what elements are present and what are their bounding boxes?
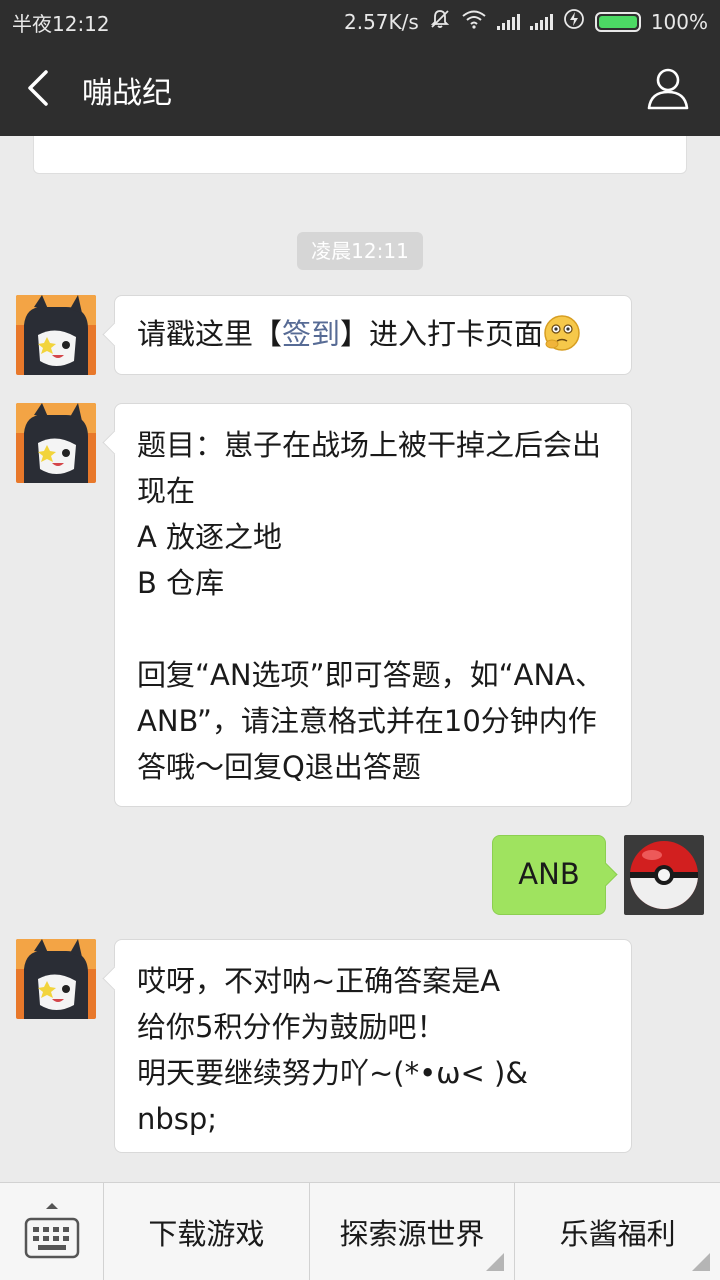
- menu-explore-world[interactable]: 探索源世界: [310, 1183, 516, 1280]
- menu-download-game[interactable]: 下载游戏: [104, 1183, 310, 1280]
- message-text: 请戳这里【: [137, 317, 283, 351]
- profile-button[interactable]: [646, 66, 690, 110]
- menu-label: 探索源世界: [339, 1217, 485, 1251]
- message-text: ANB: [518, 857, 580, 891]
- status-time: 半夜12:12: [12, 12, 110, 36]
- charging-icon: [563, 8, 585, 35]
- submenu-indicator-icon: [486, 1253, 505, 1271]
- signal-icon: [496, 13, 520, 30]
- menu-label: 下载游戏: [148, 1217, 265, 1251]
- mute-bell-icon: [429, 8, 451, 35]
- battery-icon: [594, 11, 641, 32]
- message-timestamp: 凌晨12:11: [297, 232, 423, 270]
- chat-title: 嘣战纪: [82, 76, 172, 111]
- status-bar: 半夜12:12 2.57K/s 100%: [0, 0, 720, 40]
- menu-label: 乐酱福利: [559, 1217, 676, 1251]
- message-text: 哎呀，不对呐~正确答案是A 给你5积分作为鼓励吧！ 明天要继续努力吖~(*•ω<…: [137, 964, 528, 1136]
- chevron-left-icon: [28, 70, 48, 106]
- menu-welfare[interactable]: 乐酱福利: [515, 1183, 720, 1280]
- message-text: 题目：崽子在战场上被干掉之后会出现在 A 放逐之地 B 仓库 回复“AN选项”即…: [137, 428, 604, 784]
- network-speed: 2.57K/s: [344, 9, 419, 34]
- sent-message-bubble[interactable]: ANB: [492, 835, 606, 915]
- user-icon: [647, 68, 689, 110]
- battery-level: 100%: [650, 9, 708, 34]
- message-bubble[interactable]: 题目：崽子在战场上被干掉之后会出现在 A 放逐之地 B 仓库 回复“AN选项”即…: [114, 403, 632, 807]
- bot-avatar[interactable]: [16, 403, 96, 483]
- keyboard-icon: [24, 1203, 80, 1259]
- bot-avatar[interactable]: [16, 939, 96, 1019]
- previous-message-card[interactable]: [33, 136, 687, 174]
- message-text: 】进入打卡页面: [340, 317, 544, 351]
- wifi-icon: [461, 9, 487, 34]
- signal-icon-2: [529, 13, 553, 30]
- bot-avatar[interactable]: [16, 295, 96, 375]
- user-avatar[interactable]: [624, 835, 704, 915]
- nav-bar: 嘣战纪: [0, 40, 720, 136]
- keyboard-toggle-button[interactable]: [0, 1183, 104, 1280]
- chat-area[interactable]: 凌晨12:11 请戳这里【签到】进入打卡页面 题目：崽子在战场上被干掉之后会出现…: [0, 136, 720, 1182]
- thinking-emoji-icon: [543, 314, 581, 352]
- message-bubble[interactable]: 请戳这里【签到】进入打卡页面: [114, 295, 632, 375]
- bottom-menu-bar: 下载游戏 探索源世界 乐酱福利: [0, 1182, 720, 1280]
- message-bubble[interactable]: 哎呀，不对呐~正确答案是A 给你5积分作为鼓励吧！ 明天要继续努力吖~(*•ω<…: [114, 939, 632, 1153]
- back-button[interactable]: [22, 68, 56, 108]
- status-icons: 2.57K/s 100%: [344, 8, 708, 35]
- submenu-indicator-icon: [692, 1253, 711, 1271]
- sign-in-link[interactable]: 签到: [282, 317, 340, 351]
